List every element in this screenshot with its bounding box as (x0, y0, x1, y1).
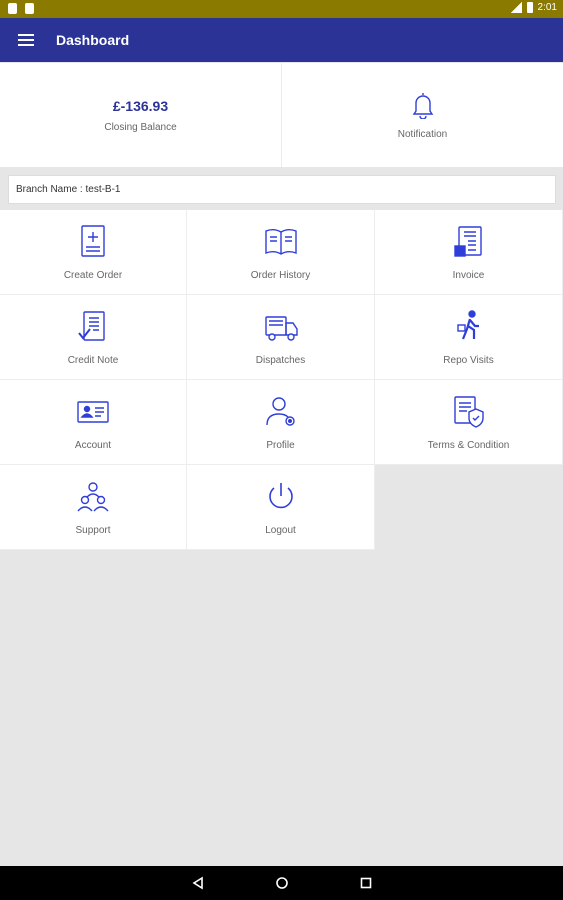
tile-create-order[interactable]: Create Order (0, 210, 187, 295)
tile-profile[interactable]: Profile (187, 380, 375, 465)
system-nav-bar (0, 866, 563, 900)
closing-balance-label: Closing Balance (104, 121, 177, 133)
app-bar: Dashboard (0, 18, 563, 62)
power-icon (268, 482, 293, 508)
home-icon[interactable] (275, 876, 289, 890)
user-settings-icon (265, 396, 295, 426)
notification-status-icon (8, 3, 17, 14)
tile-logout[interactable]: Logout (187, 465, 375, 550)
tile-label: Repo Visits (443, 354, 494, 366)
tile-label: Credit Note (67, 354, 119, 366)
tile-label: Invoice (452, 269, 485, 281)
branch-name-field: Branch Name : test-B-1 (8, 175, 556, 204)
tile-terms-condition[interactable]: Terms & Condition (375, 380, 563, 465)
tile-label: Create Order (63, 269, 123, 281)
tile-account[interactable]: Account (0, 380, 187, 465)
tile-label: Profile (266, 439, 295, 451)
tile-label: Terms & Condition (427, 439, 510, 451)
invoice-icon (453, 225, 482, 257)
closing-balance-card[interactable]: £-136.93 Closing Balance (0, 63, 281, 167)
document-shield-icon (453, 395, 484, 428)
id-card-icon (77, 400, 109, 423)
create-order-icon (81, 224, 105, 257)
book-icon (264, 228, 297, 255)
menu-button[interactable] (0, 18, 52, 62)
tile-order-history[interactable]: Order History (187, 210, 375, 295)
branch-name-text: Branch Name : test-B-1 (16, 184, 121, 195)
sd-card-status-icon (25, 3, 34, 14)
tile-label: Dispatches (255, 354, 306, 366)
page-title: Dashboard (56, 32, 130, 48)
tile-label: Logout (265, 524, 296, 536)
tile-label: Support (75, 524, 111, 536)
summary-cards: £-136.93 Closing Balance Notification (0, 63, 563, 167)
credit-note-icon (78, 310, 105, 341)
tile-label: Account (74, 439, 112, 451)
status-bar: 2:01 (0, 0, 563, 18)
battery-icon (526, 2, 533, 13)
support-team-icon (77, 481, 109, 511)
closing-balance-value: £-136.93 (112, 97, 169, 114)
tile-invoice[interactable]: Invoice (375, 210, 563, 295)
tile-credit-note[interactable]: Credit Note (0, 295, 187, 380)
truck-icon (264, 315, 298, 341)
tile-label: Order History (250, 269, 311, 281)
bell-icon (412, 92, 433, 119)
back-icon[interactable] (191, 876, 205, 890)
recents-icon[interactable] (359, 876, 373, 890)
tile-repo-visits[interactable]: Repo Visits (375, 295, 563, 380)
menu-icon (18, 34, 34, 46)
notification-label: Notification (397, 128, 448, 140)
signal-icon (510, 2, 522, 13)
status-time: 2:01 (537, 2, 557, 13)
tile-support[interactable]: Support (0, 465, 187, 550)
dashboard-grid: Create Order Order History Invoice Credi… (0, 210, 563, 550)
walking-person-icon (456, 309, 479, 339)
notification-card[interactable]: Notification (281, 63, 563, 167)
tile-dispatches[interactable]: Dispatches (187, 295, 375, 380)
